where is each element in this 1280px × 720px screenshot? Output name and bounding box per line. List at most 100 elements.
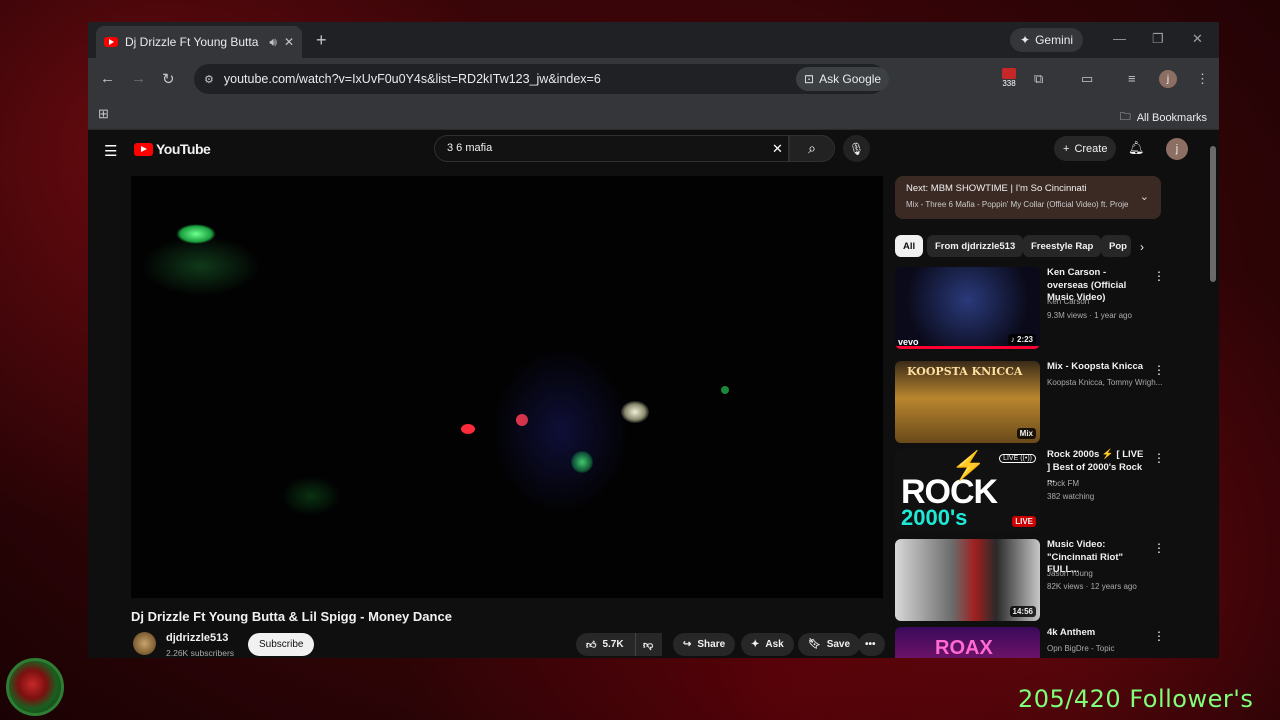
recommendation-channel[interactable]: Rock FM	[1047, 477, 1079, 490]
video-thumbnail[interactable]: ROCK 2000's ⚡ LIVE ((•)) LIVE	[895, 449, 1040, 531]
recommendation-channel[interactable]: Opn BigDre - Topic	[1047, 642, 1114, 655]
url-text[interactable]: youtube.com/watch?v=IxUvF0u0Y4s&list=RD2…	[224, 72, 601, 86]
recommendation-item[interactable]: ROAX 4k Anthem Opn BigDre - Topic ⋮	[895, 627, 1161, 658]
more-icon: •••	[865, 639, 876, 650]
share-button[interactable]: ↪ Share	[673, 633, 736, 656]
blue-glow	[491, 346, 631, 516]
notifications-bell-icon[interactable]: 🔔︎	[1128, 140, 1145, 156]
reload-icon[interactable]: ↻	[162, 70, 175, 88]
extension-badge[interactable]: 338	[1000, 68, 1018, 88]
ask-label: Ask	[765, 639, 784, 650]
channel-logo-emblem	[6, 658, 64, 716]
profile-avatar[interactable]: j	[1159, 70, 1177, 88]
video-thumbnail[interactable]: vevo ♪ 2:23	[895, 267, 1040, 349]
all-bookmarks-button[interactable]: 🗀 All Bookmarks	[1120, 108, 1207, 127]
live-indicator: LIVE ((•))	[999, 454, 1036, 463]
more-options-icon[interactable]: ⋮	[1153, 363, 1165, 377]
recommendation-item[interactable]: ROCK 2000's ⚡ LIVE ((•)) LIVE Rock 2000s…	[895, 449, 1165, 533]
share-label: Share	[697, 639, 726, 650]
more-options-icon[interactable]: ⋮	[1153, 269, 1165, 283]
up-next-panel[interactable]: Next: MBM SHOWTIME | I'm So Cincinnati M…	[895, 176, 1161, 219]
search-button[interactable]: ⌕	[789, 135, 835, 162]
forward-icon[interactable]: →	[131, 70, 146, 87]
back-icon[interactable]: ←	[100, 70, 115, 87]
site-info-icon[interactable]: ⚙	[204, 73, 214, 86]
youtube-avatar[interactable]: j	[1166, 138, 1188, 160]
ask-google-label: Ask Google	[819, 72, 882, 86]
restore-icon[interactable]: ❐	[1152, 31, 1164, 47]
save-button[interactable]: 🔖︎ Save	[798, 633, 861, 656]
dislike-button[interactable]: 👎︎	[635, 633, 662, 656]
hamburger-menu-icon[interactable]: ☰	[104, 142, 117, 160]
youtube-favicon-icon	[104, 37, 118, 47]
chip-from-channel[interactable]: From djdrizzle513	[927, 235, 1024, 257]
tab-search-icon[interactable]: ▭	[1081, 71, 1093, 87]
thumbnail-text: ROAX	[935, 637, 993, 658]
clear-search-icon[interactable]: ✕	[772, 141, 783, 157]
bookmark-icon: 🔖︎	[808, 639, 821, 650]
mic-icon: 🎙︎	[848, 141, 865, 156]
more-actions-button[interactable]: •••	[858, 633, 885, 656]
gemini-button[interactable]: ✦ Gemini	[1010, 28, 1084, 52]
chevron-right-icon[interactable]: ›	[1140, 240, 1144, 254]
media-control-icon[interactable]: ≡	[1128, 71, 1136, 86]
recommendation-item[interactable]: 14:56 Music Video: "Cincinnati Riot" FUL…	[895, 539, 1165, 623]
youtube-page: ☰ YouTube 3 6 mafia ✕ ⌕ 🎙︎ + Create 🔔︎ j	[88, 130, 1219, 658]
create-label: Create	[1074, 142, 1108, 155]
video-title: Dj Drizzle Ft Young Butta & Lil Spigg - …	[131, 609, 452, 624]
apps-grid-icon[interactable]: ⊞	[98, 106, 109, 122]
more-options-icon[interactable]: ⋮	[1153, 541, 1165, 555]
white-light	[621, 401, 649, 423]
recommendation-meta: 382 watching	[1047, 492, 1095, 501]
video-thumbnail[interactable]: 14:56	[895, 539, 1040, 621]
chevron-down-icon[interactable]: ⌄	[1140, 190, 1149, 203]
youtube-logo[interactable]: YouTube	[134, 141, 211, 157]
live-badge: LIVE	[1012, 516, 1036, 527]
chip-all[interactable]: All	[895, 235, 924, 257]
video-thumbnail[interactable]: ROAX	[895, 627, 1040, 658]
menu-kebab-icon[interactable]: ⋮	[1196, 71, 1209, 87]
recommendation-channel[interactable]: Koopsta Knicca, Tommy Wrigh...	[1047, 376, 1162, 389]
new-tab-icon[interactable]: +	[316, 30, 327, 51]
video-player[interactable]	[131, 176, 883, 598]
plus-icon: +	[1063, 142, 1070, 155]
more-options-icon[interactable]: ⋮	[1153, 451, 1165, 465]
speaker-icon[interactable]: 🔊︎	[269, 35, 277, 50]
address-bar[interactable]: ⚙ youtube.com/watch?v=IxUvF0u0Y4s&list=R…	[194, 64, 886, 94]
voice-search-button[interactable]: 🎙︎	[843, 135, 870, 162]
active-tab[interactable]: Dj Drizzle Ft Young Butta & 🔊︎ ✕	[96, 26, 302, 58]
recommendation-meta: 9.3M views · 1 year ago	[1047, 311, 1132, 320]
search-input[interactable]: 3 6 mafia	[434, 135, 789, 162]
ask-button[interactable]: ✦ Ask	[741, 633, 794, 656]
channel-name[interactable]: djdrizzle513	[166, 632, 228, 644]
recommendation-title: Mix - Koopsta Knicca	[1047, 361, 1144, 372]
recommendation-item[interactable]: vevo ♪ 2:23 Ken Carson - overseas (Offic…	[895, 267, 1165, 351]
channel-avatar[interactable]	[133, 632, 156, 655]
folder-icon: 🗀	[1119, 111, 1131, 123]
minimize-icon[interactable]: —	[1113, 31, 1126, 46]
recommendation-channel[interactable]: Ken Carson	[1047, 295, 1089, 308]
chip-freestyle-rap[interactable]: Freestyle Rap	[1023, 235, 1102, 257]
page-scrollbar[interactable]	[1210, 146, 1216, 282]
more-options-icon[interactable]: ⋮	[1153, 629, 1161, 643]
search-icon: ⌕	[808, 140, 816, 156]
browser-toolbar: ← → ↻ ⚙ youtube.com/watch?v=IxUvF0u0Y4s&…	[88, 58, 1219, 100]
subscribe-button[interactable]: Subscribe	[248, 633, 315, 656]
close-tab-icon[interactable]: ✕	[284, 35, 294, 49]
ask-google-button[interactable]: ⊡ Ask Google	[796, 67, 890, 91]
like-count: 5.7K	[602, 639, 624, 650]
share-icon: ↪	[683, 639, 692, 650]
duration-badge: 14:56	[1009, 606, 1036, 617]
chip-pop[interactable]: Pop	[1101, 235, 1131, 257]
create-button[interactable]: + Create	[1054, 136, 1117, 161]
next-subtitle: Mix - Three 6 Mafia - Poppin' My Collar …	[906, 200, 1128, 209]
youtube-play-icon	[134, 142, 153, 156]
close-window-icon[interactable]: ✕	[1192, 31, 1203, 47]
youtube-header: ☰ YouTube 3 6 mafia ✕ ⌕ 🎙︎ + Create 🔔︎ j	[88, 130, 1219, 170]
video-thumbnail[interactable]: KOOPSTA KNICCA Mix	[895, 361, 1040, 443]
green-light	[721, 386, 729, 394]
extensions-puzzle-icon[interactable]: ⧉	[1034, 71, 1043, 87]
recommendation-channel[interactable]: Jason Young	[1047, 567, 1093, 580]
recommendation-item[interactable]: KOOPSTA KNICCA Mix Mix - Koopsta Knicca …	[895, 361, 1165, 445]
watch-progress	[895, 346, 1040, 349]
